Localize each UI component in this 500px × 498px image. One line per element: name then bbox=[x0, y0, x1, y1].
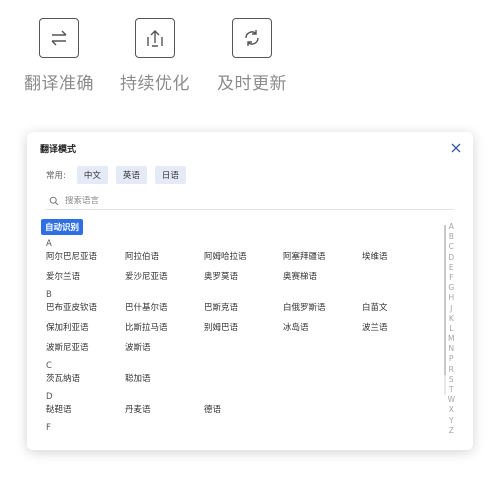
language-row: 茨瓦纳语 聪加语 bbox=[46, 372, 446, 392]
language-option[interactable]: 保加利亚语 bbox=[46, 321, 125, 341]
alphabet-letter[interactable]: W bbox=[448, 395, 455, 405]
alphabet-letter[interactable]: L bbox=[449, 324, 453, 334]
feature-label: 及时更新 bbox=[217, 74, 287, 94]
language-option[interactable]: 德语 bbox=[204, 403, 283, 423]
alphabet-index: ABCDEFGHJKLMNPRSTWXYZ bbox=[448, 222, 455, 436]
language-row: 巴布亚皮钦语 巴什基尔语 巴斯克语 白俄罗斯语 白苗文 bbox=[46, 301, 446, 321]
alphabet-letter[interactable]: F bbox=[449, 273, 453, 283]
alphabet-letter[interactable]: X bbox=[449, 405, 454, 415]
language-option[interactable]: 别姆巴语 bbox=[204, 321, 283, 341]
alphabet-letter[interactable]: C bbox=[449, 242, 454, 252]
language-option[interactable]: 波斯语 bbox=[125, 341, 204, 361]
group-letter: F bbox=[46, 423, 51, 433]
alphabet-letter[interactable]: Y bbox=[449, 416, 454, 426]
language-row: 阿尔巴尼亚语 阿拉伯语 阿姆哈拉语 阿塞拜疆语 埃维语 bbox=[46, 250, 446, 270]
language-option[interactable]: 奥赛梯语 bbox=[283, 270, 362, 290]
feature-label: 翻译准确 bbox=[24, 74, 94, 94]
feature-accurate: 翻译准确 bbox=[14, 18, 104, 94]
auto-detect-button[interactable]: 自动识别 bbox=[41, 219, 84, 235]
alphabet-letter[interactable]: Z bbox=[449, 426, 454, 436]
dialog-title: 翻译模式 bbox=[40, 145, 77, 155]
language-option[interactable]: 埃维语 bbox=[362, 250, 441, 270]
language-option[interactable]: 巴斯克语 bbox=[204, 301, 283, 321]
alphabet-letter[interactable]: J bbox=[450, 304, 452, 314]
chip-english[interactable]: 英语 bbox=[115, 166, 147, 184]
language-option[interactable]: 阿拉伯语 bbox=[125, 250, 204, 270]
group-letter: A bbox=[46, 239, 52, 249]
language-option[interactable]: 巴布亚皮钦语 bbox=[46, 301, 125, 321]
alphabet-letter[interactable]: E bbox=[449, 263, 454, 273]
alphabet-letter[interactable]: A bbox=[449, 222, 454, 232]
language-option[interactable]: 白俄罗斯语 bbox=[283, 301, 362, 321]
translation-mode-dialog: 翻译模式 常用: 中文 英语 日语 自动识别 A阿尔巴尼亚语阿拉伯语阿姆哈拉语阿… bbox=[27, 132, 473, 450]
common-languages: 常用: 中文 英语 日语 bbox=[46, 166, 186, 184]
feature-optimize: 持续优化 bbox=[110, 18, 200, 94]
language-option[interactable]: 冰岛语 bbox=[283, 321, 362, 341]
language-search bbox=[46, 192, 454, 210]
language-option[interactable]: 聪加语 bbox=[125, 372, 204, 392]
alphabet-letter[interactable]: G bbox=[448, 283, 454, 293]
alphabet-letter[interactable]: K bbox=[449, 314, 454, 324]
language-option[interactable]: 波斯尼亚语 bbox=[46, 341, 125, 361]
language-option[interactable]: 波兰语 bbox=[362, 321, 441, 341]
alphabet-letter[interactable]: M bbox=[448, 334, 454, 344]
alphabet-letter[interactable]: D bbox=[448, 253, 454, 263]
close-icon[interactable] bbox=[449, 140, 463, 154]
upload-arrow-icon bbox=[135, 18, 175, 58]
search-icon bbox=[49, 196, 59, 205]
feature-label: 持续优化 bbox=[120, 74, 190, 94]
feature-update: 及时更新 bbox=[207, 18, 297, 94]
language-option[interactable]: 阿姆哈拉语 bbox=[204, 250, 283, 270]
refresh-icon bbox=[232, 18, 272, 58]
language-row: 保加利亚语 比斯拉马语 别姆巴语 冰岛语 波兰语 bbox=[46, 321, 446, 341]
chip-chinese[interactable]: 中文 bbox=[76, 166, 108, 184]
language-option[interactable]: 奥罗莫语 bbox=[204, 270, 283, 290]
language-option[interactable]: 爱沙尼亚语 bbox=[125, 270, 204, 290]
alphabet-letter[interactable]: T bbox=[449, 385, 454, 395]
language-option[interactable]: 比斯拉马语 bbox=[125, 321, 204, 341]
chip-japanese[interactable]: 日语 bbox=[154, 166, 186, 184]
group-letter: B bbox=[46, 290, 52, 300]
language-option[interactable]: 丹麦语 bbox=[125, 403, 204, 423]
alphabet-letter[interactable]: R bbox=[449, 365, 454, 375]
scrollbar-thumb[interactable] bbox=[444, 225, 446, 375]
alphabet-letter[interactable]: P bbox=[449, 354, 454, 364]
language-list: A 阿尔巴尼亚语 阿拉伯语 阿姆哈拉语 阿塞拜疆语 埃维语 爱尔兰语 爱沙尼亚语 奥罗莫语 奥赛梯… bbox=[46, 239, 446, 434]
language-option[interactable]: 阿塞拜疆语 bbox=[283, 250, 362, 270]
language-option[interactable]: 鞑靼语 bbox=[46, 403, 125, 423]
language-row: 鞑靼语 丹麦语 德语 bbox=[46, 403, 446, 423]
alphabet-letter[interactable]: B bbox=[449, 232, 454, 242]
language-row: 波斯尼亚语 波斯语 bbox=[46, 341, 446, 361]
language-option[interactable]: 阿尔巴尼亚语 bbox=[46, 250, 125, 270]
language-row: 爱尔兰语 爱沙尼亚语 奥罗莫语 奥赛梯语 bbox=[46, 270, 446, 290]
swap-arrows-icon bbox=[39, 18, 79, 58]
search-input[interactable] bbox=[65, 195, 425, 206]
alphabet-letter[interactable]: N bbox=[448, 344, 454, 354]
language-option[interactable]: 巴什基尔语 bbox=[125, 301, 204, 321]
language-option[interactable]: 爱尔兰语 bbox=[46, 270, 125, 290]
group-letter: D bbox=[46, 392, 53, 402]
language-option[interactable]: 茨瓦纳语 bbox=[46, 372, 125, 392]
alphabet-letter[interactable]: H bbox=[448, 293, 454, 303]
alphabet-letter[interactable]: S bbox=[449, 375, 454, 385]
common-label: 常用: bbox=[46, 171, 66, 181]
group-letter: C bbox=[46, 361, 52, 371]
language-option[interactable]: 白苗文 bbox=[362, 301, 441, 321]
